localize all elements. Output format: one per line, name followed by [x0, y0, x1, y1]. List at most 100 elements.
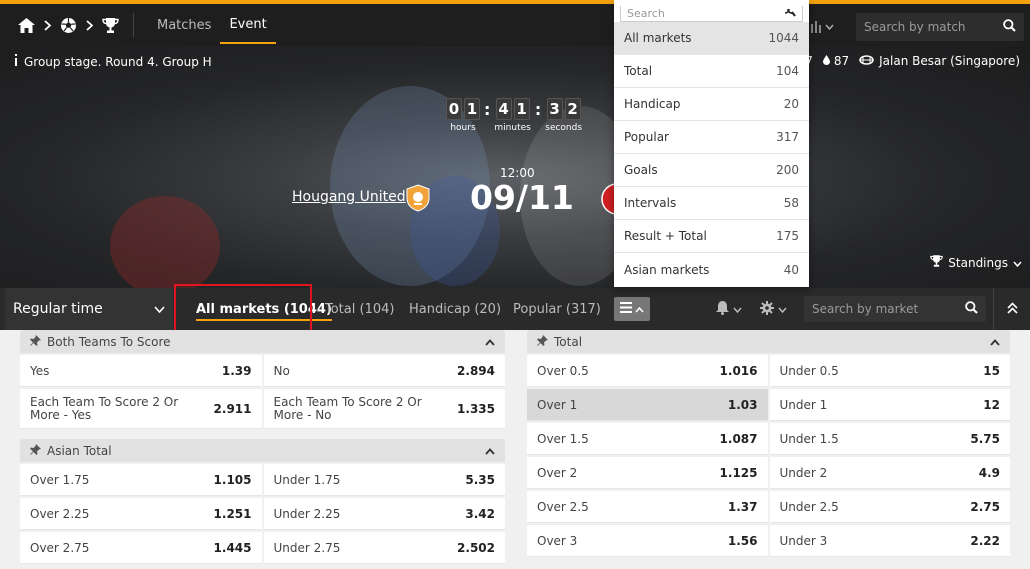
odds-cell[interactable]: Over 2.25 1.251: [20, 498, 262, 530]
odds-cell[interactable]: Under 3 2.22: [769, 525, 1010, 557]
nav-matches[interactable]: Matches: [148, 6, 220, 44]
odds-cell[interactable]: Under 2 4.9: [769, 457, 1010, 489]
odds-cell[interactable]: Under 2.75 2.502: [263, 532, 505, 564]
settings-button[interactable]: [760, 300, 787, 318]
chevron-up-icon[interactable]: [485, 335, 495, 349]
countdown-digit: 4: [495, 98, 512, 120]
tab-popular[interactable]: Popular (317): [513, 288, 601, 330]
dropdown-item-label: Result + Total: [624, 229, 707, 243]
stage-text: Group stage. Round 4. Group H: [24, 54, 212, 69]
odds-value: 2.22: [970, 533, 1000, 548]
match-stage: Group stage. Round 4. Group H: [14, 54, 212, 69]
dropdown-item-intervals[interactable]: Intervals 58: [614, 187, 809, 220]
temperature-info: 87: [822, 54, 849, 68]
chevron-down-icon: [154, 301, 165, 317]
dropdown-item-goals[interactable]: Goals 200: [614, 154, 809, 187]
tab-total[interactable]: Total (104): [325, 288, 394, 330]
odds-cell[interactable]: Over 2.5 1.37: [527, 491, 768, 523]
outcome-label: No: [273, 363, 290, 378]
market-row: Over 0.5 1.016 Under 0.5 15: [527, 355, 1010, 387]
dropdown-item-total[interactable]: Total 104: [614, 55, 809, 88]
odds-cell[interactable]: Under 0.5 15: [769, 355, 1010, 387]
odds-value: 1.105: [213, 472, 252, 487]
period-select[interactable]: Regular time: [5, 288, 173, 330]
market-group-title: Both Teams To Score: [47, 334, 171, 349]
odds-value: 5.75: [970, 431, 1000, 446]
outcome-label: Under 2.5: [779, 499, 839, 514]
match-info: 757 87 Jalan Besar (Singapore): [790, 54, 1020, 68]
market-search-input[interactable]: Search by market: [804, 296, 986, 322]
odds-cell[interactable]: No 2.894: [263, 355, 505, 387]
odds-cell[interactable]: Over 1.5 1.087: [527, 423, 768, 455]
droplet-icon: [822, 54, 830, 68]
venue: Jalan Besar (Singapore): [859, 54, 1020, 68]
odds-cell[interactable]: Over 0.5 1.016: [527, 355, 768, 387]
collapse-all-button[interactable]: [993, 288, 1030, 330]
tab-handicap[interactable]: Handicap (20): [409, 288, 501, 330]
football-icon[interactable]: [60, 17, 77, 34]
odds-cell[interactable]: Yes 1.39: [20, 355, 262, 387]
market-list-toggle[interactable]: [614, 297, 650, 321]
odds-cell[interactable]: Under 2.5 2.75: [769, 491, 1010, 523]
pin-icon[interactable]: [537, 334, 548, 349]
home-icon[interactable]: [18, 17, 35, 33]
chevron-up-icon[interactable]: [990, 335, 1000, 349]
odds-value: 1.125: [719, 465, 758, 480]
market-group-title: Asian Total: [47, 443, 112, 458]
search-icon[interactable]: [965, 301, 978, 317]
dropdown-item-handicap[interactable]: Handicap 20: [614, 88, 809, 121]
outcome-label: Over 3: [537, 533, 578, 548]
dropdown-item-asian-markets[interactable]: Asian markets 40: [614, 253, 809, 286]
dropdown-item-result-total[interactable]: Result + Total 175: [614, 220, 809, 253]
pin-icon[interactable]: [30, 443, 41, 458]
odds-cell[interactable]: Under 1 12: [769, 389, 1010, 421]
odds-value: 12: [983, 397, 1000, 412]
countdown-timer: 0 1 hours : 4 1 minutes : 3 2 seconds: [446, 98, 582, 133]
markets-content: Both Teams To Score Yes 1.39 No 2.894 Each…: [0, 330, 1030, 569]
nav-event[interactable]: Event: [220, 6, 276, 44]
odds-value: 1.03: [727, 397, 758, 412]
dropdown-search-input[interactable]: Search: [620, 6, 803, 22]
market-group-total: Total Over 0.5 1.016 Under 0.5 15 Over 1 1.…: [527, 330, 1010, 557]
search-icon[interactable]: [784, 7, 796, 20]
market-row: Over 2 1.125 Under 2 4.9: [527, 457, 1010, 489]
standings-label: Standings: [948, 255, 1008, 270]
standings-button[interactable]: Standings: [930, 255, 1022, 270]
market-group-header[interactable]: Asian Total: [20, 439, 505, 462]
stats-icon[interactable]: [807, 21, 834, 33]
odds-cell[interactable]: Over 2.75 1.445: [20, 532, 262, 564]
market-group-asian-total: Asian Total Over 1.75 1.105 Under 1.75 5.3…: [20, 439, 505, 564]
odds-cell[interactable]: Over 2 1.125: [527, 457, 768, 489]
market-group-header[interactable]: Both Teams To Score: [20, 330, 505, 353]
market-row: Each Team To Score 2 Or More - Yes 2.911 …: [20, 389, 505, 429]
market-group-header[interactable]: Total: [527, 330, 1010, 353]
search-icon[interactable]: [1003, 19, 1016, 35]
chevron-up-icon[interactable]: [485, 444, 495, 458]
outcome-label: Over 2.25: [30, 506, 90, 521]
odds-cell[interactable]: Over 1 1.03: [527, 389, 768, 421]
pin-icon[interactable]: [30, 334, 41, 349]
dropdown-item-all-markets[interactable]: All markets 1044: [614, 22, 809, 55]
home-team-link[interactable]: Hougang United: [292, 189, 406, 205]
dropdown-item-label: Goals: [624, 163, 658, 177]
countdown-digit: 2: [564, 98, 581, 120]
outcome-label: Each Team To Score 2 Or More - Yes: [30, 394, 179, 422]
notifications-button[interactable]: [716, 300, 742, 318]
odds-cell[interactable]: Over 1.75 1.105: [20, 464, 262, 496]
odds-cell[interactable]: Under 1.5 5.75: [769, 423, 1010, 455]
trophy-icon[interactable]: [102, 17, 119, 33]
markets-column-left: Both Teams To Score Yes 1.39 No 2.894 Each…: [20, 330, 505, 564]
market-search-placeholder: Search by market: [812, 302, 919, 316]
odds-cell[interactable]: Under 1.75 5.35: [263, 464, 505, 496]
match-search-placeholder: Search by match: [864, 20, 966, 34]
countdown-digit: 3: [546, 98, 563, 120]
double-chevron-up-icon: [1006, 301, 1018, 317]
list-icon: [620, 302, 632, 316]
odds-value: 1.39: [221, 363, 252, 378]
odds-cell[interactable]: Under 2.25 3.42: [263, 498, 505, 530]
odds-cell[interactable]: Over 3 1.56: [527, 525, 768, 557]
match-search-input[interactable]: Search by match: [856, 13, 1024, 41]
odds-cell[interactable]: Each Team To Score 2 Or More - No 1.335: [263, 389, 505, 429]
odds-cell[interactable]: Each Team To Score 2 Or More - Yes 2.911: [20, 389, 262, 429]
dropdown-item-popular[interactable]: Popular 317: [614, 121, 809, 154]
